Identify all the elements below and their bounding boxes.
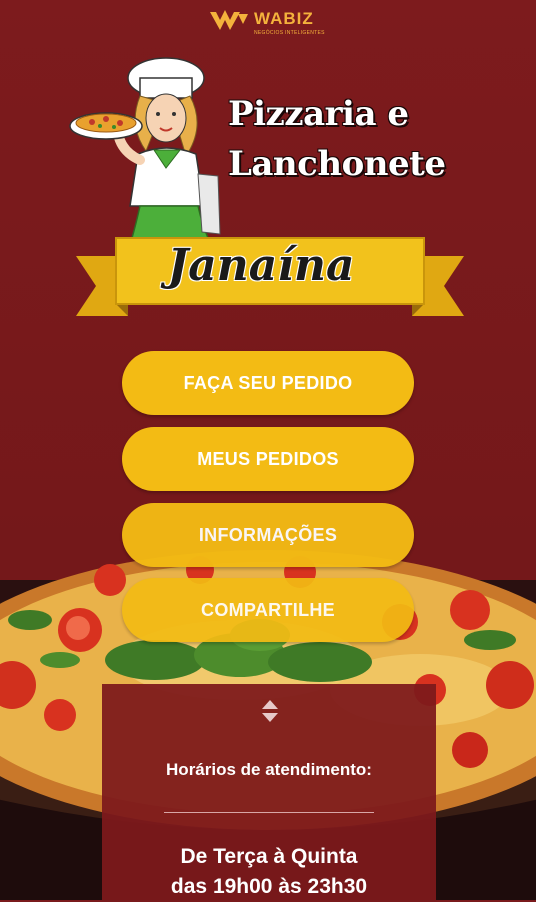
- chevron-up-down-icon[interactable]: [260, 698, 280, 724]
- wabiz-mark-icon: [210, 10, 248, 30]
- opening-hours-panel: Horários de atendimento: De Terça à Quin…: [102, 684, 436, 900]
- hours-days: De Terça à Quinta: [180, 845, 358, 868]
- info-button[interactable]: INFORMAÇÕES: [122, 503, 414, 567]
- share-button[interactable]: COMPARTILHE: [122, 578, 414, 642]
- title-line-2: Lanchonete: [228, 144, 446, 184]
- restaurant-title: Pizzaria e Lanchonete: [228, 92, 468, 186]
- my-orders-button[interactable]: MEUS PEDIDOS: [122, 427, 414, 491]
- chef-illustration-icon: [69, 57, 221, 239]
- ribbon-name: Janaína: [167, 240, 355, 291]
- logo-tagline: NEGÓCIOS INTELIGENTES: [254, 30, 325, 36]
- logo-text: WABIZ: [254, 9, 314, 28]
- hours-schedule: De Terça à Quinta das 19h00 às 23h30: [102, 842, 436, 902]
- hours-title: Horários de atendimento:: [166, 760, 372, 779]
- divider: [164, 812, 374, 813]
- wabiz-logo: WABIZ NEGÓCIOS INTELIGENTES: [210, 10, 330, 42]
- title-line-1: Pizzaria e: [228, 94, 409, 134]
- order-button[interactable]: FAÇA SEU PEDIDO: [122, 351, 414, 415]
- hours-time: das 19h00 às 23h30: [170, 875, 368, 898]
